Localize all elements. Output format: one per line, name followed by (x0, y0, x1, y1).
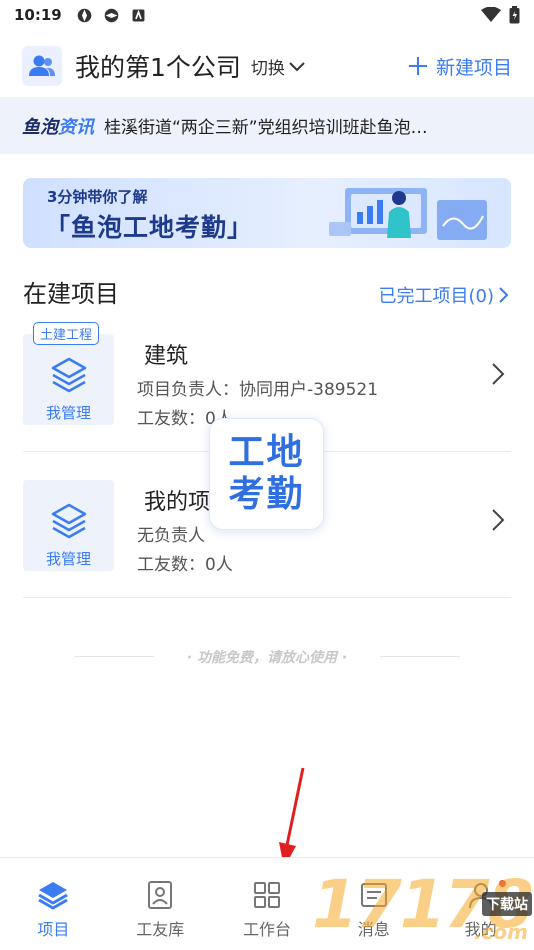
app-notification-icon (77, 8, 92, 22)
bottom-nav: 项目 工友库 工作台 消息 我的 (0, 857, 534, 950)
project-leader: 项目负责人：协同用户-389521 (137, 380, 379, 400)
project-thumbnail: 我管理 (23, 334, 114, 425)
unread-dot (498, 880, 506, 887)
nav-label: 工作台 (242, 920, 291, 939)
nav-label: 工友库 (136, 920, 185, 939)
completed-projects-label: 已完工项目(0) (378, 286, 495, 307)
nav-workbench[interactable]: 工作台 (214, 858, 321, 950)
grid-icon (253, 882, 280, 908)
project-leader: 无负责人 (137, 526, 205, 546)
layers-icon (51, 503, 87, 539)
project-thumbnail: 我管理 (23, 480, 114, 571)
nav-projects[interactable]: 项目 (0, 858, 107, 950)
attendance-float-button[interactable]: 工地 考勤 (209, 418, 324, 530)
switch-label: 切换 (250, 58, 285, 79)
switch-company-button[interactable]: 切换 (251, 54, 306, 79)
news-brand-logo: 鱼泡资讯 (22, 116, 94, 138)
layers-icon (51, 357, 87, 393)
status-bar: 10:19 (0, 0, 534, 30)
project-name: 建筑 (144, 344, 189, 369)
chevron-right-icon (499, 287, 509, 303)
attendance-float-text: 工地 考勤 (228, 432, 305, 515)
banner-illustration (329, 188, 487, 240)
banner-title: 「鱼泡工地考勤」 (45, 213, 254, 242)
plus-icon (408, 57, 427, 75)
section-title: 在建项目 (23, 280, 119, 308)
status-time: 10:19 (14, 6, 62, 24)
project-name: 我的项 (144, 490, 211, 515)
wifi-icon (481, 7, 501, 22)
news-ticker[interactable]: 鱼泡资讯 桂溪街道“两企三新”党组织培训班赴鱼泡… (0, 97, 534, 154)
new-project-button[interactable]: 新建项目 (408, 53, 512, 80)
company-avatar[interactable] (22, 46, 62, 86)
chevron-down-icon (289, 62, 305, 72)
chevron-right-icon (492, 509, 505, 531)
nav-workers[interactable]: 工友库 (107, 858, 214, 950)
contact-card-icon (148, 881, 173, 909)
nav-label: 消息 (357, 920, 390, 939)
nav-label: 项目 (37, 920, 70, 939)
manage-role-label: 我管理 (45, 550, 91, 568)
news-headline[interactable]: 桂溪街道“两企三新”党组织培训班赴鱼泡… (104, 113, 512, 138)
promo-banner[interactable]: 3分钟带你了解 「鱼泡工地考勤」 (23, 178, 511, 248)
message-icon (360, 883, 387, 907)
free-usage-note: · 功能免费，请放心使用 · (186, 650, 348, 666)
layers-icon (38, 882, 69, 910)
company-name: 我的第1个公司 (75, 53, 241, 82)
app-header: 我的第1个公司 切换 新建项目 (0, 38, 534, 94)
divider (23, 597, 511, 598)
battery-icon (509, 6, 520, 24)
nav-label: 我的 (464, 920, 497, 939)
project-category-tag: 土建工程 (33, 322, 100, 345)
app-notification-icon (132, 9, 145, 21)
manage-role-label: 我管理 (45, 404, 91, 422)
nav-messages[interactable]: 消息 (320, 858, 427, 950)
chevron-right-icon (492, 363, 505, 385)
users-icon (29, 55, 55, 76)
project-worker-count: 工友数：0人 (137, 555, 233, 575)
completed-projects-link[interactable]: 已完工项目(0) (379, 282, 511, 308)
app-notification-icon (104, 8, 119, 22)
user-icon (468, 883, 493, 909)
new-project-label: 新建项目 (435, 56, 512, 79)
nav-profile[interactable]: 我的 (427, 858, 534, 950)
banner-subtitle: 3分钟带你了解 (47, 188, 148, 206)
